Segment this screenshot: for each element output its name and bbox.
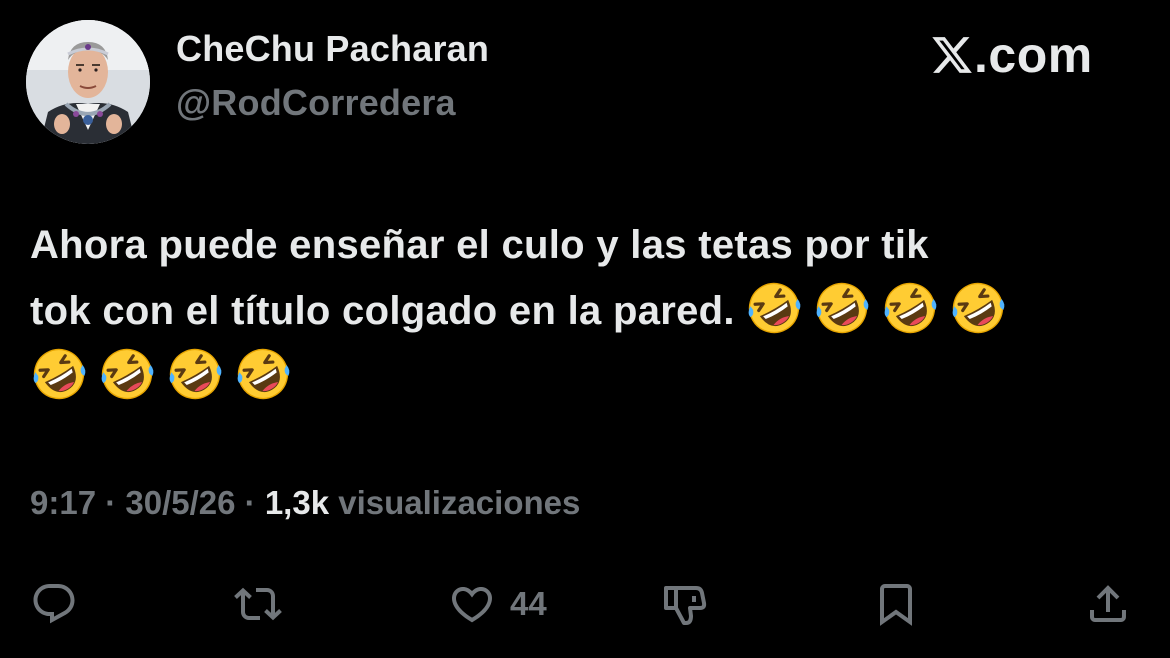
thumbs-down-icon — [660, 580, 708, 628]
dislike-button[interactable] — [660, 572, 708, 636]
action-bar: 44 — [0, 572, 1170, 636]
tweet-meta: 9:17 · 30/5/26 · 1,3k visualizaciones — [30, 484, 580, 522]
rolling-on-the-floor-laughing-emoji — [30, 345, 88, 403]
display-name[interactable]: CheChu Pacharan — [176, 28, 489, 70]
reply-icon — [30, 580, 78, 628]
bookmark-button[interactable] — [872, 572, 920, 636]
rolling-on-the-floor-laughing-emoji — [881, 279, 939, 337]
repost-icon — [234, 580, 282, 628]
rolling-on-the-floor-laughing-emoji — [98, 345, 156, 403]
x-logo-icon — [930, 33, 974, 77]
brand-domain: .com — [974, 27, 1093, 83]
tweet-line-1: Ahora puede enseñar el culo y las tetas … — [30, 223, 929, 267]
heart-icon — [448, 580, 496, 628]
views-label[interactable]: visualizaciones — [338, 484, 580, 521]
repost-button[interactable] — [234, 572, 282, 636]
like-count: 44 — [510, 585, 547, 622]
like-button[interactable]: 44 — [448, 572, 547, 636]
tweet-line-2-text: tok con el título colgado en la pared. — [30, 289, 735, 333]
rolling-on-the-floor-laughing-emoji — [234, 345, 292, 403]
rolling-on-the-floor-laughing-emoji — [949, 279, 1007, 337]
profile-photo — [26, 20, 150, 144]
tweet-line-3 — [20, 344, 1140, 410]
avatar[interactable] — [26, 20, 150, 144]
user-handle[interactable]: @RodCorredera — [176, 82, 456, 124]
share-button[interactable] — [1084, 572, 1132, 636]
meta-separator: · — [96, 484, 126, 521]
tweet-line-2: tok con el título colgado en la pared. — [30, 278, 1140, 344]
meta-separator: · — [235, 484, 265, 521]
rolling-on-the-floor-laughing-emoji — [813, 279, 871, 337]
views-count[interactable]: 1,3k — [265, 484, 329, 521]
bookmark-icon — [872, 580, 920, 628]
tweet-text: Ahora puede enseñar el culo y las tetas … — [30, 212, 1140, 410]
brand-watermark: .com — [930, 26, 1093, 84]
reply-button[interactable] — [30, 572, 78, 636]
tweet-date: 30/5/26 — [125, 484, 236, 521]
rolling-on-the-floor-laughing-emoji — [166, 345, 224, 403]
rolling-on-the-floor-laughing-emoji — [745, 279, 803, 337]
tweet-time: 9:17 — [30, 484, 97, 521]
share-icon — [1084, 580, 1132, 628]
